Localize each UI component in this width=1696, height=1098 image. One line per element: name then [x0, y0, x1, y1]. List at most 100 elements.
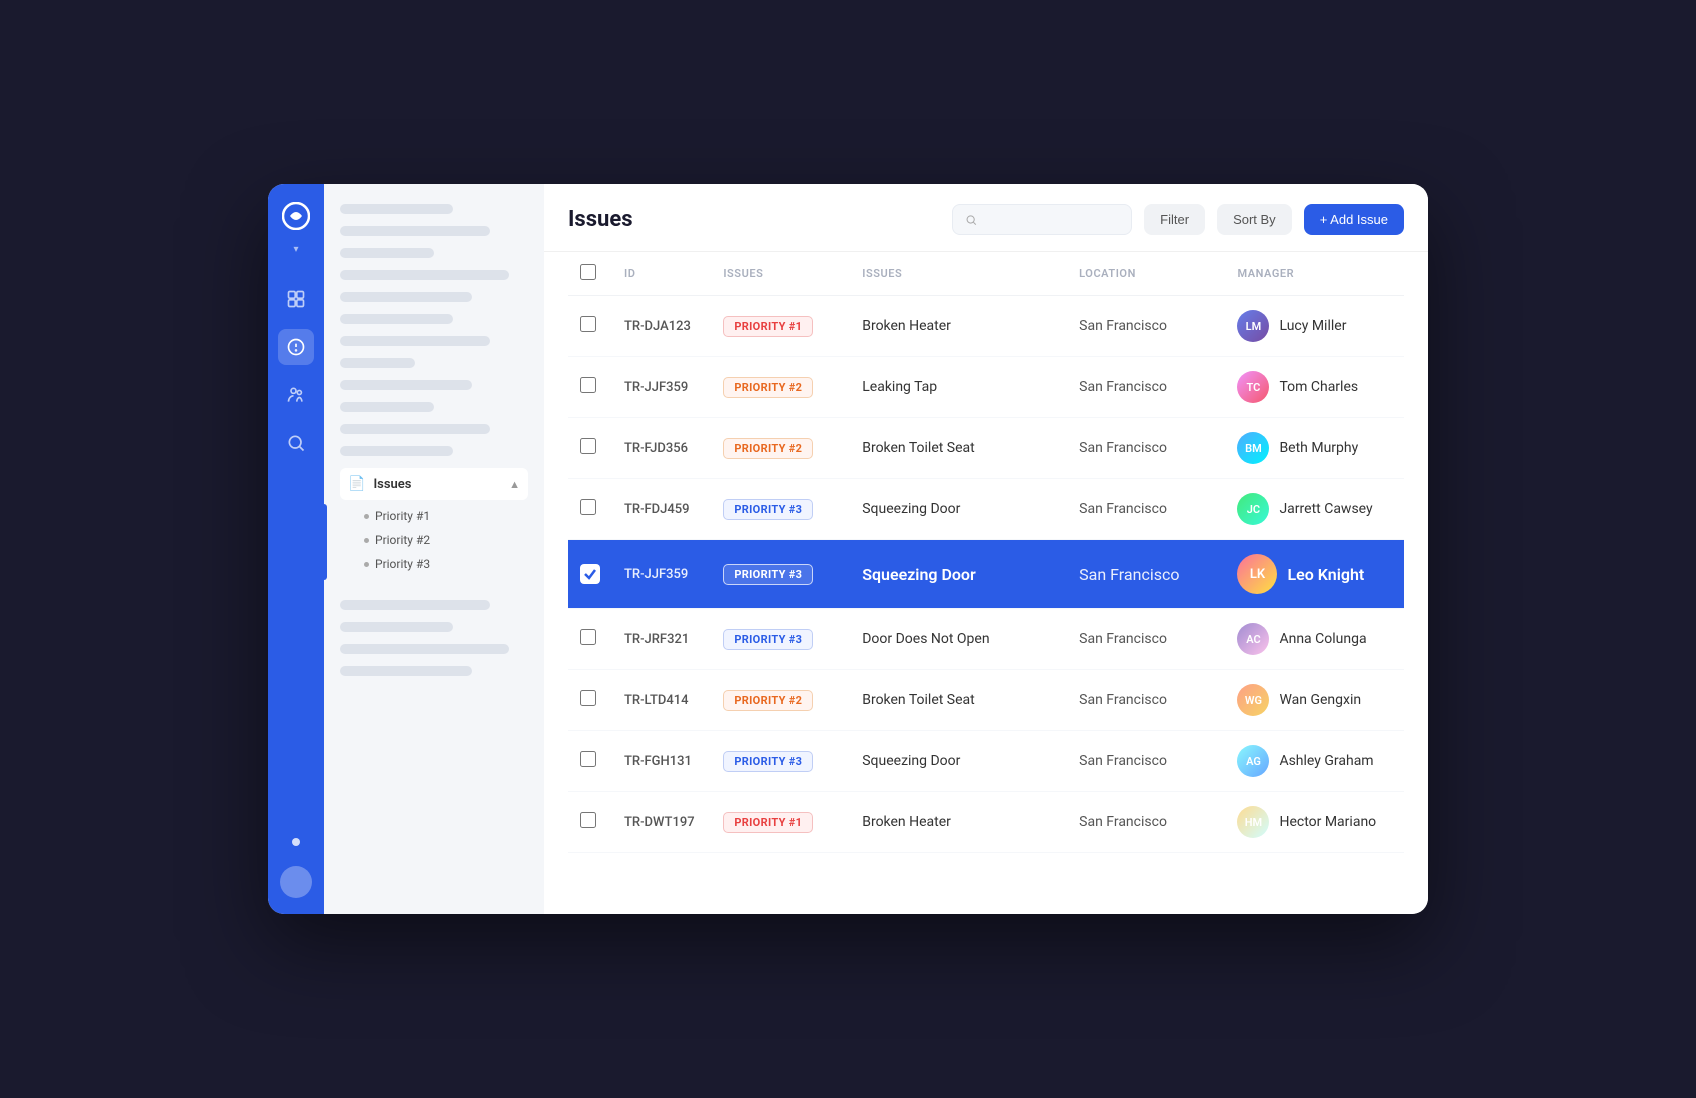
- id-text: TR-FGH131: [624, 754, 692, 769]
- row-manager: TC Tom Charles: [1225, 357, 1404, 418]
- search-icon: [965, 213, 977, 227]
- priority-badge: PRIORITY #2: [723, 690, 813, 711]
- row-checkbox-cell: [568, 357, 612, 418]
- table-row[interactable]: TR-FDJ459PRIORITY #3Squeezing DoorSan Fr…: [568, 479, 1404, 540]
- row-checkbox[interactable]: [580, 629, 596, 645]
- issue-text: Leaking Tap: [862, 379, 937, 395]
- th-location: LOCATION: [1067, 252, 1225, 296]
- manager-name: Leo Knight: [1287, 565, 1364, 584]
- issue-text: Broken Heater: [862, 318, 951, 334]
- table-row[interactable]: TR-JJF359PRIORITY #2Leaking TapSan Franc…: [568, 357, 1404, 418]
- nav-avatar-circle: [280, 866, 312, 898]
- row-checkbox-selected[interactable]: [580, 564, 600, 584]
- row-priority: PRIORITY #3: [711, 731, 850, 792]
- th-checkbox: [568, 252, 612, 296]
- issue-text: Broken Toilet Seat: [862, 692, 975, 708]
- sidebar-issues-icon: 📄: [348, 476, 365, 492]
- row-priority: PRIORITY #2: [711, 670, 850, 731]
- nav-chevron-icon: ▾: [293, 244, 298, 255]
- row-id: TR-JJF359: [612, 540, 711, 609]
- table-row[interactable]: TR-JJF359PRIORITY #3Squeezing DoorSan Fr…: [568, 540, 1404, 609]
- row-manager: BM Beth Murphy: [1225, 418, 1404, 479]
- row-checkbox[interactable]: [580, 316, 596, 332]
- manager-name: Anna Colunga: [1279, 631, 1366, 647]
- table-row[interactable]: TR-FGH131PRIORITY #3Squeezing DoorSan Fr…: [568, 731, 1404, 792]
- location-text: San Francisco: [1079, 501, 1167, 517]
- manager-name: Ashley Graham: [1279, 753, 1373, 769]
- sidebar-sub-priority3[interactable]: Priority #3: [340, 552, 528, 576]
- row-checkbox-cell: [568, 296, 612, 357]
- row-issue: Door Does Not Open: [850, 609, 1067, 670]
- nav-icon-search[interactable]: [278, 425, 314, 461]
- row-location: San Francisco: [1067, 479, 1225, 540]
- row-manager: LM Lucy Miller: [1225, 296, 1404, 357]
- sidebar-sub-priority2[interactable]: Priority #2: [340, 528, 528, 552]
- nav-icon-issues[interactable]: [278, 329, 314, 365]
- id-text: TR-JJF359: [624, 567, 688, 582]
- row-location: San Francisco: [1067, 357, 1225, 418]
- search-input[interactable]: [984, 212, 1120, 227]
- row-checkbox[interactable]: [580, 438, 596, 454]
- avatar: BM: [1237, 432, 1269, 464]
- table-row[interactable]: TR-DWT197PRIORITY #1Broken HeaterSan Fra…: [568, 792, 1404, 853]
- table-row[interactable]: TR-FJD356PRIORITY #2Broken Toilet SeatSa…: [568, 418, 1404, 479]
- th-issues-desc: ISSUES: [850, 252, 1067, 296]
- row-checkbox-cell: [568, 418, 612, 479]
- manager-cell: TC Tom Charles: [1237, 371, 1392, 403]
- search-box[interactable]: [952, 204, 1132, 235]
- row-priority: PRIORITY #3: [711, 479, 850, 540]
- avatar: HM: [1237, 806, 1269, 838]
- avatar: WG: [1237, 684, 1269, 716]
- row-checkbox[interactable]: [580, 377, 596, 393]
- id-text: TR-FDJ459: [624, 502, 690, 517]
- row-id: TR-JJF359: [612, 357, 711, 418]
- filter-button[interactable]: Filter: [1144, 204, 1205, 235]
- avatar: LK: [1237, 554, 1277, 594]
- nav-status-dot: [292, 838, 300, 846]
- manager-cell: AC Anna Colunga: [1237, 623, 1392, 655]
- table-row[interactable]: TR-DJA123PRIORITY #1Broken HeaterSan Fra…: [568, 296, 1404, 357]
- add-issue-button[interactable]: + Add Issue: [1304, 204, 1404, 235]
- manager-cell: BM Beth Murphy: [1237, 432, 1392, 464]
- sidebar-sub-priority1[interactable]: Priority #1: [340, 504, 528, 528]
- table-row[interactable]: TR-LTD414PRIORITY #2Broken Toilet SeatSa…: [568, 670, 1404, 731]
- manager-cell: AG Ashley Graham: [1237, 745, 1392, 777]
- priority-badge: PRIORITY #3: [723, 751, 813, 772]
- manager-cell: HM Hector Mariano: [1237, 806, 1392, 838]
- id-text: TR-DJA123: [624, 319, 691, 334]
- location-text: San Francisco: [1079, 565, 1179, 584]
- row-priority: PRIORITY #3: [711, 540, 850, 609]
- row-checkbox[interactable]: [580, 812, 596, 828]
- id-text: TR-FJD356: [624, 441, 688, 456]
- id-text: TR-JJF359: [624, 380, 688, 395]
- row-id: TR-LTD414: [612, 670, 711, 731]
- th-issues-priority: ISSUES: [711, 252, 850, 296]
- row-location: San Francisco: [1067, 792, 1225, 853]
- row-manager: WG Wan Gengxin: [1225, 670, 1404, 731]
- select-all-checkbox[interactable]: [580, 264, 596, 280]
- priority-badge: PRIORITY #1: [723, 316, 813, 337]
- location-text: San Francisco: [1079, 753, 1167, 769]
- id-text: TR-JRF321: [624, 632, 689, 647]
- table-row[interactable]: TR-JRF321 PRIORITY #3 Door Does Not Open Sa…: [568, 609, 1404, 670]
- main-content: Issues Filter Sort By + Add Issue: [544, 184, 1428, 914]
- sidebar-issues-section[interactable]: 📄 Issues ▲: [340, 468, 528, 500]
- row-issue: Broken Heater: [850, 792, 1067, 853]
- row-checkbox[interactable]: [580, 690, 596, 706]
- row-checkbox[interactable]: [580, 499, 596, 515]
- nav-icon-home[interactable]: [278, 281, 314, 317]
- priority-badge: PRIORITY #3: [723, 629, 813, 650]
- avatar: AC: [1237, 623, 1269, 655]
- row-checkbox-cell: [568, 792, 612, 853]
- sort-button[interactable]: Sort By: [1217, 204, 1292, 235]
- location-text: San Francisco: [1079, 631, 1167, 647]
- row-checkbox[interactable]: [580, 751, 596, 767]
- nav-icon-users[interactable]: [278, 377, 314, 413]
- manager-cell: JC Jarrett Cawsey: [1237, 493, 1392, 525]
- row-priority: PRIORITY #3: [711, 609, 850, 670]
- row-location: San Francisco: [1067, 731, 1225, 792]
- row-checkbox-cell: [568, 479, 612, 540]
- row-id: TR-JRF321: [612, 609, 711, 670]
- sidebar-sub-label-p3: Priority #3: [375, 557, 430, 571]
- id-text: TR-LTD414: [624, 693, 689, 708]
